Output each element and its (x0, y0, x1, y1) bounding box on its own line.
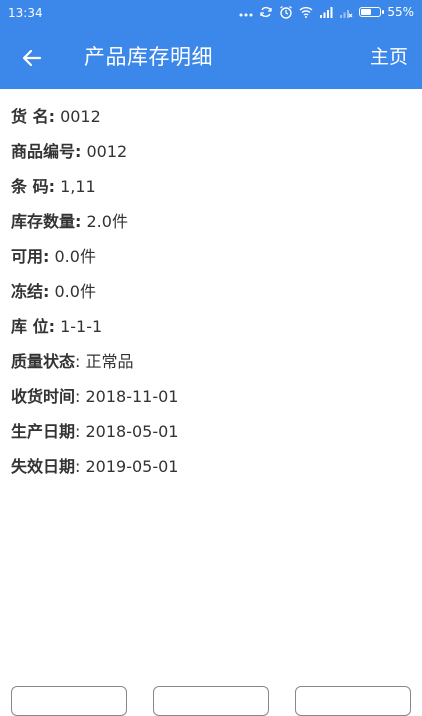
alarm-icon (279, 5, 293, 19)
wifi-icon (299, 5, 313, 19)
detail-label: 可用: (11, 247, 50, 266)
signal-icon (319, 5, 333, 19)
detail-value: 0.0件 (49, 247, 96, 266)
bottom-button-3[interactable] (295, 686, 411, 716)
detail-label: 商品编号: (11, 142, 82, 161)
battery-fill (361, 9, 372, 15)
detail-value: 1,11 (54, 177, 96, 196)
detail-row-receive-time: 收货时间: 2018-11-01 (11, 379, 411, 414)
status-time: 13:34 (8, 6, 43, 20)
detail-value: 2.0件 (81, 212, 128, 231)
detail-row-product-code: 商品编号: 0012 (11, 134, 411, 169)
detail-row-available: 可用: 0.0件 (11, 239, 411, 274)
detail-label: 生产日期 (11, 422, 76, 441)
more-dots-icon (239, 5, 253, 19)
detail-value: 1-1-1 (54, 317, 103, 336)
app-bar: 产品库存明细 主页 (0, 26, 422, 89)
battery-percent: 55% (387, 5, 414, 19)
detail-label: 收货时间 (11, 387, 76, 406)
detail-list: 货 名: 0012 商品编号: 0012 条 码: 1,11 库存数量: 2.0… (11, 99, 411, 484)
detail-label: 条 码: (11, 177, 55, 196)
detail-label: 库存数量: (11, 212, 82, 231)
detail-value: : 2018-11-01 (75, 387, 179, 406)
back-button[interactable] (14, 40, 50, 76)
detail-label: 冻结: (11, 282, 50, 301)
detail-row-production-date: 生产日期: 2018-05-01 (11, 414, 411, 449)
status-bar: 13:34 55% (0, 0, 422, 26)
detail-label: 质量状态 (11, 352, 76, 371)
page-title: 产品库存明细 (84, 45, 213, 69)
detail-row-barcode: 条 码: 1,11 (11, 169, 411, 204)
bottom-button-2[interactable] (153, 686, 269, 716)
detail-row-quality-status: 质量状态: 正常品 (11, 344, 411, 379)
detail-label: 库 位: (11, 317, 55, 336)
detail-label: 货 名: (11, 107, 55, 126)
detail-value: 0012 (54, 107, 101, 126)
detail-value: : 2019-05-01 (75, 457, 179, 476)
battery-icon (359, 7, 385, 17)
detail-value: : 正常品 (75, 352, 134, 371)
detail-value: : 2018-05-01 (75, 422, 179, 441)
detail-value: 0012 (81, 142, 128, 161)
detail-row-location: 库 位: 1-1-1 (11, 309, 411, 344)
detail-row-goods-name: 货 名: 0012 (11, 99, 411, 134)
bottom-action-bar (0, 686, 422, 716)
bottom-button-1[interactable] (11, 686, 127, 716)
detail-row-expiry-date: 失效日期: 2019-05-01 (11, 449, 411, 484)
status-icons: 55% (239, 5, 414, 19)
detail-row-frozen: 冻结: 0.0件 (11, 274, 411, 309)
detail-label: 失效日期 (11, 457, 76, 476)
sync-icon (259, 5, 273, 19)
signal-off-icon (339, 5, 353, 19)
detail-value: 0.0件 (49, 282, 96, 301)
detail-row-stock-quantity: 库存数量: 2.0件 (11, 204, 411, 239)
back-arrow-icon (22, 49, 42, 67)
home-button[interactable]: 主页 (370, 42, 408, 72)
